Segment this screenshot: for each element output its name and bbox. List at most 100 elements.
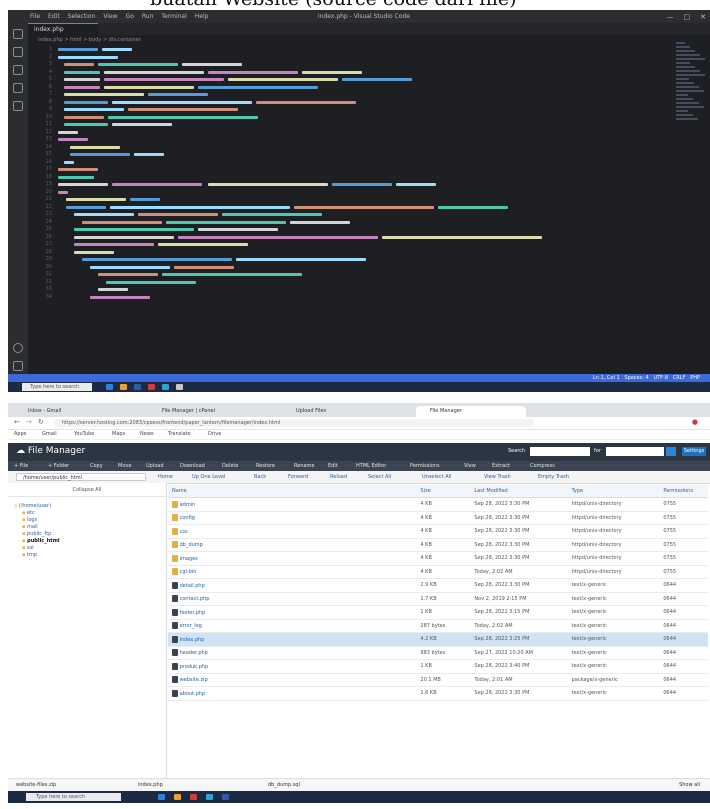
file-row[interactable]: footer.php 1 KB Sep 28, 2022 3:15 PM text/x…: [168, 605, 708, 620]
editor-breadcrumb[interactable]: index.php > html > body > div.container: [38, 37, 141, 43]
file-name-cell[interactable]: about.php: [168, 686, 417, 701]
chrome-icon[interactable]: [148, 384, 155, 390]
edge-icon[interactable]: [162, 384, 169, 390]
toolbar-button[interactable]: Upload: [146, 462, 164, 470]
toolbar-button[interactable]: Rename: [294, 462, 315, 470]
file-name-cell[interactable]: contact.php: [168, 592, 417, 606]
file-row[interactable]: admin 4 KB Sep 28, 2022 3:30 PM httpd/unix-…: [168, 497, 708, 512]
menu-item-terminal[interactable]: Terminal: [161, 13, 186, 20]
toolbar-button[interactable]: HTML Editor: [356, 462, 386, 470]
download-item[interactable]: db_dump.sql: [268, 781, 300, 789]
chrome-icon[interactable]: [190, 794, 197, 800]
file-name-cell[interactable]: cgi-bin: [168, 565, 417, 579]
file-name-cell[interactable]: css: [168, 524, 417, 539]
download-item[interactable]: index.php: [138, 781, 163, 789]
bookmark-item[interactable]: Translate: [168, 431, 191, 437]
file-name-cell[interactable]: detail.php: [168, 578, 417, 593]
profile-avatar[interactable]: ●: [692, 418, 698, 426]
tree-item[interactable]: ▪ etc: [22, 510, 35, 517]
show-all-downloads-link[interactable]: Show all: [679, 781, 700, 789]
browser-tab[interactable]: Upload Files: [282, 406, 412, 417]
tree-item[interactable]: ▪ ssl: [22, 545, 34, 552]
column-header-permissions[interactable]: Permissions: [659, 485, 708, 498]
browser-tab-active[interactable]: File Manager: [416, 406, 526, 417]
file-row[interactable]: error_log 287 bytes Today, 2:02 AM text/x-g…: [168, 619, 708, 633]
file-row[interactable]: cgi-bin 4 KB Today, 2:02 AM httpd/unix-dire…: [168, 565, 708, 579]
nav-toolbar-button[interactable]: Up One Level: [192, 473, 225, 481]
file-name-cell[interactable]: footer.php: [168, 605, 417, 620]
toolbar-button[interactable]: + File: [14, 462, 28, 470]
account-icon[interactable]: [13, 343, 23, 353]
file-row[interactable]: website.zip 20.1 MB Today, 2:01 AM package/…: [168, 673, 708, 687]
path-input[interactable]: /home/user/public_html: [16, 473, 146, 481]
file-row[interactable]: index.php 4.2 KB Sep 28, 2022 3:25 PM text/…: [168, 632, 708, 647]
file-name-cell[interactable]: images: [168, 551, 417, 566]
toolbar-button[interactable]: View: [464, 462, 476, 470]
nav-toolbar-button[interactable]: Back: [254, 473, 266, 481]
toolbar-button[interactable]: Edit: [328, 462, 338, 470]
editor-tab-index-php[interactable]: index.php: [28, 23, 98, 35]
nav-toolbar-button[interactable]: Select All: [368, 473, 391, 481]
menu-item-file[interactable]: File: [30, 13, 40, 20]
browser-tab[interactable]: Inbox - Gmail: [14, 406, 144, 417]
run-debug-icon[interactable]: [13, 83, 23, 93]
search-go-button[interactable]: [666, 447, 676, 456]
toolbar-button[interactable]: Extract: [492, 462, 510, 470]
column-header-size[interactable]: Size: [416, 485, 471, 498]
file-row[interactable]: header.php 983 bytes Sep 27, 2022 10:20 AM…: [168, 646, 708, 660]
app-icon[interactable]: [176, 384, 183, 390]
menu-item-run[interactable]: Run: [142, 13, 154, 20]
file-name-cell[interactable]: header.php: [168, 646, 417, 660]
file-row[interactable]: contact.php 1.7 KB Nov 2, 2019 2:15 PM text…: [168, 592, 708, 606]
collapse-all-link[interactable]: Collapse All: [8, 487, 166, 497]
task-view-icon[interactable]: [106, 384, 113, 390]
nav-toolbar-button[interactable]: Empty Trash: [538, 473, 569, 481]
bookmark-item[interactable]: Apps: [14, 431, 26, 437]
column-header-modified[interactable]: Last Modified: [470, 485, 568, 498]
file-row[interactable]: produk.php 1 KB Sep 28, 2022 3:40 PM text/x…: [168, 659, 708, 674]
menu-item-edit[interactable]: Edit: [48, 13, 60, 20]
bookmark-item[interactable]: Drive: [208, 431, 221, 437]
file-name-cell[interactable]: admin: [168, 497, 417, 512]
file-row[interactable]: css 4 KB Sep 28, 2022 3:30 PM httpd/unix-di…: [168, 524, 708, 539]
toolbar-button[interactable]: Download: [180, 462, 205, 470]
toolbar-button[interactable]: Delete: [222, 462, 238, 470]
back-icon[interactable]: ←: [14, 418, 20, 426]
minimap[interactable]: [676, 40, 706, 130]
code-area[interactable]: [58, 46, 650, 301]
nav-toolbar-button[interactable]: Reload: [330, 473, 347, 481]
tree-item[interactable]: ▪ logs: [22, 517, 37, 524]
reload-icon[interactable]: ↻: [38, 418, 44, 426]
bookmark-item[interactable]: Maps: [112, 431, 125, 437]
nav-toolbar-button[interactable]: View Trash: [484, 473, 511, 481]
nav-toolbar-button[interactable]: Forward: [288, 473, 308, 481]
search-input[interactable]: [606, 447, 664, 456]
bookmark-item[interactable]: Gmail: [42, 431, 57, 437]
file-name-cell[interactable]: db_dump: [168, 538, 417, 552]
toolbar-button[interactable]: + Folder: [48, 462, 69, 470]
forward-icon[interactable]: →: [26, 418, 32, 426]
file-name-cell[interactable]: index.php: [168, 632, 417, 647]
tree-item[interactable]: ▪ tmp: [22, 552, 37, 559]
nav-toolbar-button[interactable]: Home: [158, 473, 173, 481]
file-name-cell[interactable]: config: [168, 511, 417, 525]
menu-item-help[interactable]: Help: [195, 13, 209, 20]
column-header-name[interactable]: Name: [168, 485, 417, 498]
taskbar-search[interactable]: Type here to search: [22, 383, 92, 391]
download-item[interactable]: website-files.zip: [16, 781, 56, 789]
file-explorer-icon[interactable]: [174, 794, 181, 800]
browser-tab[interactable]: File Manager | cPanel: [148, 406, 278, 417]
toolbar-button[interactable]: Move: [118, 462, 131, 470]
file-name-cell[interactable]: website.zip: [168, 673, 417, 687]
explorer-icon[interactable]: [13, 29, 23, 39]
maximize-icon[interactable]: □: [684, 13, 691, 21]
menu-item-go[interactable]: Go: [126, 13, 134, 20]
task-view-icon[interactable]: [158, 794, 165, 800]
file-row[interactable]: about.php 1.6 KB Sep 28, 2022 3:30 PM text/…: [168, 686, 708, 701]
toolbar-button[interactable]: Restore: [256, 462, 275, 470]
tree-item[interactable]: ▪ mail: [22, 524, 38, 531]
vscode-icon[interactable]: [222, 794, 229, 800]
tree-item[interactable]: ⌂ (/home/user): [14, 503, 51, 510]
menu-item-view[interactable]: View: [103, 13, 117, 20]
search-scope-select[interactable]: All Your Files: [530, 447, 590, 464]
